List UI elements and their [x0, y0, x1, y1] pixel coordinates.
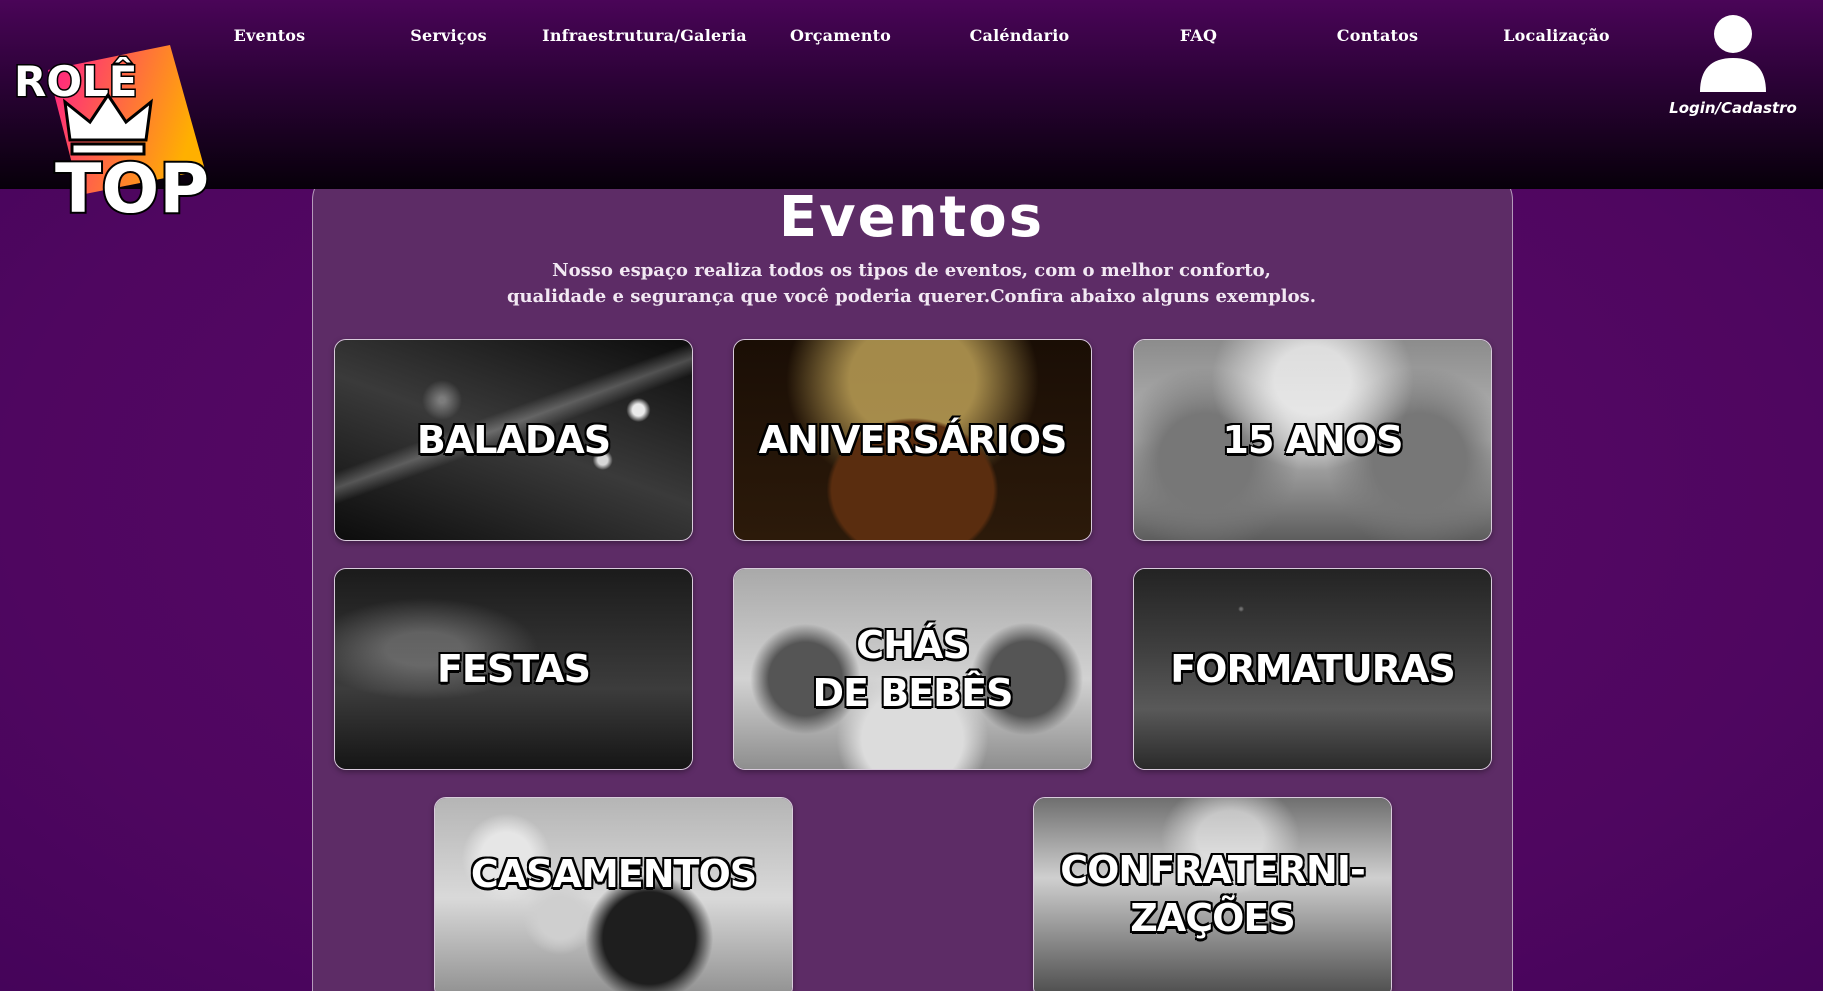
svg-text:ROLÊ: ROLÊ	[14, 56, 138, 106]
login-label: Login/Cadastro	[1669, 99, 1797, 117]
card-label: ANIVERSÁRIOS	[758, 418, 1068, 462]
nav-item-localizacao[interactable]: Localização	[1467, 26, 1646, 45]
event-card-formaturas[interactable]: FORMATURAS	[1133, 568, 1492, 770]
card-label: 15 ANOS	[1222, 418, 1404, 462]
card-label-line-2: DE BEBÊS	[812, 671, 1014, 715]
main-nav: Eventos Serviços Infraestrutura/Galeria …	[180, 26, 1646, 45]
nav-item-infraestrutura-galeria[interactable]: Infraestrutura/Galeria	[538, 26, 751, 45]
card-label-line-2: ZAÇÕES	[1130, 896, 1295, 940]
event-card-baladas[interactable]: BALADAS	[334, 339, 693, 541]
page: Eventos Serviços Infraestrutura/Galeria …	[0, 0, 1823, 991]
nav-item-orcamento[interactable]: Orçamento	[751, 26, 930, 45]
card-label: CHÁS DE BEBÊS	[734, 621, 1091, 717]
card-label: FORMATURAS	[1170, 647, 1456, 691]
card-label: CONFRATERNI- ZAÇÕES	[1034, 846, 1391, 942]
nav-item-faq[interactable]: FAQ	[1109, 26, 1288, 45]
nav-item-calendario[interactable]: Caléndario	[930, 26, 1109, 45]
event-card-chas-de-bebes[interactable]: CHÁS DE BEBÊS	[733, 568, 1092, 770]
event-card-confraternizacoes[interactable]: CONFRATERNI- ZAÇÕES	[1033, 797, 1392, 991]
user-icon	[1700, 15, 1766, 92]
nav-item-servicos[interactable]: Serviços	[359, 26, 538, 45]
card-label-line-1: CHÁS	[856, 623, 969, 667]
login-button[interactable]: Login/Cadastro	[1668, 14, 1798, 117]
page-title: Eventos	[778, 185, 1045, 250]
card-label-line-1: CONFRATERNI-	[1060, 848, 1366, 892]
event-card-15-anos[interactable]: 15 ANOS	[1133, 339, 1492, 541]
card-label: CASAMENTOS	[470, 852, 757, 896]
card-label: BALADAS	[416, 418, 611, 462]
event-card-festas[interactable]: FESTAS	[334, 568, 693, 770]
intro-text: Nosso espaço realiza todos os tipos de e…	[0, 258, 1823, 310]
header: Eventos Serviços Infraestrutura/Galeria …	[0, 0, 1823, 189]
event-card-aniversarios[interactable]: ANIVERSÁRIOS	[733, 339, 1092, 541]
nav-item-contatos[interactable]: Contatos	[1288, 26, 1467, 45]
intro-line-2: qualidade e segurança que você poderia q…	[506, 286, 1317, 307]
intro-line-1: Nosso espaço realiza todos os tipos de e…	[552, 260, 1271, 281]
card-label: FESTAS	[436, 647, 591, 691]
event-card-casamentos[interactable]: CASAMENTOS	[434, 797, 793, 991]
